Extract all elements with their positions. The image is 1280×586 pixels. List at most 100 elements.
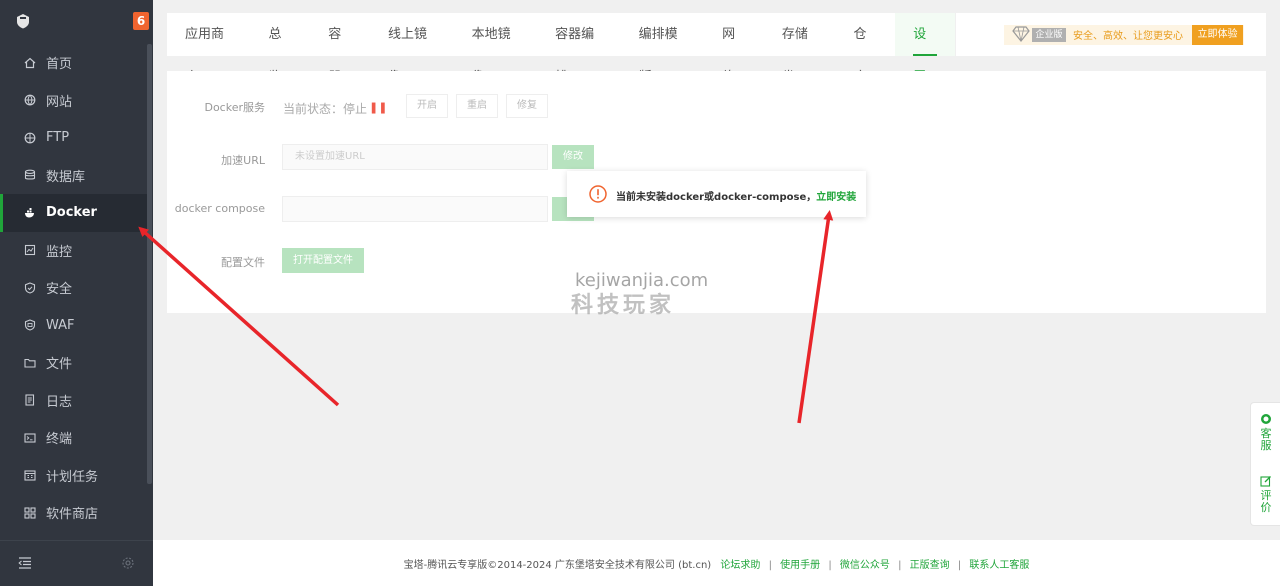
- globe-icon: [24, 94, 36, 106]
- home-icon: [24, 57, 36, 69]
- monitor-icon: [24, 244, 36, 256]
- sidebar-item-label: 数据库: [46, 169, 86, 185]
- docker-icon: [24, 207, 36, 219]
- watermark-text: 科技玩家: [571, 293, 676, 318]
- service-status: 当前状态：停止: [283, 102, 368, 116]
- enterprise-promo: 企业版 安全、高效、让您更安心 立即体验: [956, 13, 1266, 56]
- sidebar-item-security[interactable]: 安全: [0, 269, 147, 307]
- sidebar-nav: 首页 网站 FTP 数据库 Docker 监控 安全 WAF 文件 日志 终端 …: [0, 44, 147, 532]
- try-now-button[interactable]: 立即体验: [1192, 25, 1243, 45]
- tab-network[interactable]: 网络: [704, 13, 764, 85]
- tab-local-images[interactable]: 本地镜像: [454, 13, 538, 85]
- tab-compose[interactable]: 容器编排: [537, 13, 621, 85]
- separator: |: [957, 560, 962, 571]
- calendar-icon: [24, 469, 36, 481]
- page-footer: 宝塔-腾讯云专享版©2014-2024 广东堡塔安全技术有限公司 (bt.cn)…: [153, 540, 1280, 586]
- mirror-url-input[interactable]: 未设置加速URL: [282, 144, 548, 170]
- sidebar-header: 6: [0, 0, 153, 42]
- contact-support-link[interactable]: 联系人工客服: [969, 560, 1029, 571]
- sidebar-item-files[interactable]: 文件: [0, 344, 147, 382]
- edit-icon: [1260, 476, 1271, 487]
- promo-text: 安全、高效、让您更安心: [1073, 31, 1183, 42]
- sidebar-item-logs[interactable]: 日志: [0, 382, 147, 420]
- customer-service-label: 客服: [1260, 427, 1272, 452]
- notification-badge[interactable]: 6: [133, 12, 149, 30]
- tab-compose-templates[interactable]: 编排模版: [621, 13, 705, 85]
- sidebar-item-monitor[interactable]: 监控: [0, 232, 147, 270]
- sidebar-item-docker[interactable]: Docker: [0, 194, 147, 232]
- terminal-icon: [24, 432, 36, 444]
- license-check-link[interactable]: 正版查询: [910, 560, 950, 571]
- gear-icon[interactable]: [121, 556, 135, 570]
- collapse-menu-icon[interactable]: [18, 557, 32, 569]
- sidebar-item-label: 终端: [46, 432, 73, 448]
- tab-volumes[interactable]: 存储卷: [764, 13, 836, 85]
- warning-icon: [589, 185, 607, 203]
- sidebar-item-label: 日志: [46, 394, 73, 410]
- open-config-button[interactable]: 打开配置文件: [282, 248, 364, 273]
- sidebar: 6 首页 网站 FTP 数据库 Docker 监控 安全 WAF 文件 日志 终…: [0, 0, 153, 586]
- modify-url-button[interactable]: 修改: [552, 145, 594, 169]
- sidebar-item-label: 安全: [46, 282, 73, 298]
- warning-toast: 当前未安装docker或docker-compose，立即安装: [567, 171, 866, 217]
- sidebar-item-label: 监控: [46, 244, 73, 260]
- tab-app-store[interactable]: 应用商店: [167, 13, 251, 85]
- docker-service-label: Docker服务: [204, 101, 265, 114]
- sidebar-item-label: 文件: [46, 357, 73, 373]
- copyright-text: 宝塔-腾讯云专享版©2014-2024 广东堡塔安全技术有限公司 (bt.cn): [403, 560, 712, 571]
- repair-button[interactable]: 修复: [506, 94, 548, 118]
- sidebar-item-home[interactable]: 首页: [0, 44, 147, 82]
- forum-link[interactable]: 论坛求助: [720, 560, 760, 571]
- sidebar-item-label: FTP: [46, 130, 70, 146]
- separator: |: [828, 560, 832, 571]
- install-now-link[interactable]: 立即安装: [816, 192, 856, 203]
- shield-icon: [24, 282, 36, 294]
- wechat-link[interactable]: 微信公众号: [840, 560, 890, 571]
- start-button[interactable]: 开启: [406, 94, 448, 118]
- folder-icon: [24, 357, 36, 369]
- grid-icon: [24, 507, 36, 519]
- diamond-icon: [1012, 26, 1030, 42]
- headset-icon: [1261, 414, 1271, 424]
- separator: |: [898, 560, 902, 571]
- sidebar-item-label: 软件商店: [46, 507, 99, 523]
- restart-button[interactable]: 重启: [456, 94, 498, 118]
- stopped-icon: ❚❚: [369, 101, 388, 114]
- sidebar-scrollbar[interactable]: [147, 44, 152, 484]
- sidebar-item-ftp[interactable]: FTP: [0, 119, 147, 157]
- tab-overview[interactable]: 总览: [251, 13, 311, 85]
- sidebar-item-label: Docker: [46, 205, 97, 221]
- separator: |: [768, 560, 772, 571]
- toast-message-text: 当前未安装docker或docker-compose，: [616, 192, 817, 203]
- docker-tabs: 应用商店 总览 容器 线上镜像 本地镜像 容器编排 编排模版 网络 存储卷 仓库…: [167, 13, 956, 85]
- tab-settings[interactable]: 设置: [895, 13, 956, 85]
- ftp-icon: [24, 132, 36, 144]
- sidebar-item-waf[interactable]: WAF: [0, 307, 147, 345]
- customer-service-button[interactable]: 客服: [1251, 413, 1280, 452]
- sidebar-item-database[interactable]: 数据库: [0, 157, 147, 195]
- sidebar-item-label: 网站: [46, 94, 73, 110]
- tab-containers[interactable]: 容器: [310, 13, 370, 85]
- bt-logo-icon[interactable]: [14, 12, 32, 30]
- mirror-url-label: 加速URL: [221, 154, 265, 167]
- floating-support-widget: 客服 评价: [1250, 402, 1280, 526]
- sidebar-item-terminal[interactable]: 终端: [0, 419, 147, 457]
- database-icon: [24, 169, 36, 181]
- sidebar-item-website[interactable]: 网站: [0, 82, 147, 120]
- sidebar-item-app-store[interactable]: 软件商店: [0, 494, 147, 532]
- review-button[interactable]: 评价: [1251, 475, 1280, 514]
- sidebar-item-label: 首页: [46, 57, 73, 73]
- tab-registry[interactable]: 仓库: [836, 13, 896, 85]
- sidebar-item-label: 计划任务: [46, 469, 99, 485]
- waf-icon: [24, 319, 36, 331]
- toast-message: 当前未安装docker或docker-compose，立即安装: [616, 188, 856, 203]
- docker-compose-label: docker compose: [174, 202, 265, 215]
- manual-link[interactable]: 使用手册: [780, 560, 820, 571]
- sidebar-item-cron[interactable]: 计划任务: [0, 457, 147, 495]
- sidebar-item-label: WAF: [46, 317, 75, 333]
- review-label: 评价: [1260, 489, 1272, 514]
- config-file-label: 配置文件: [221, 256, 265, 269]
- docker-compose-input[interactable]: [282, 196, 548, 222]
- log-icon: [24, 394, 36, 406]
- tab-online-images[interactable]: 线上镜像: [370, 13, 454, 85]
